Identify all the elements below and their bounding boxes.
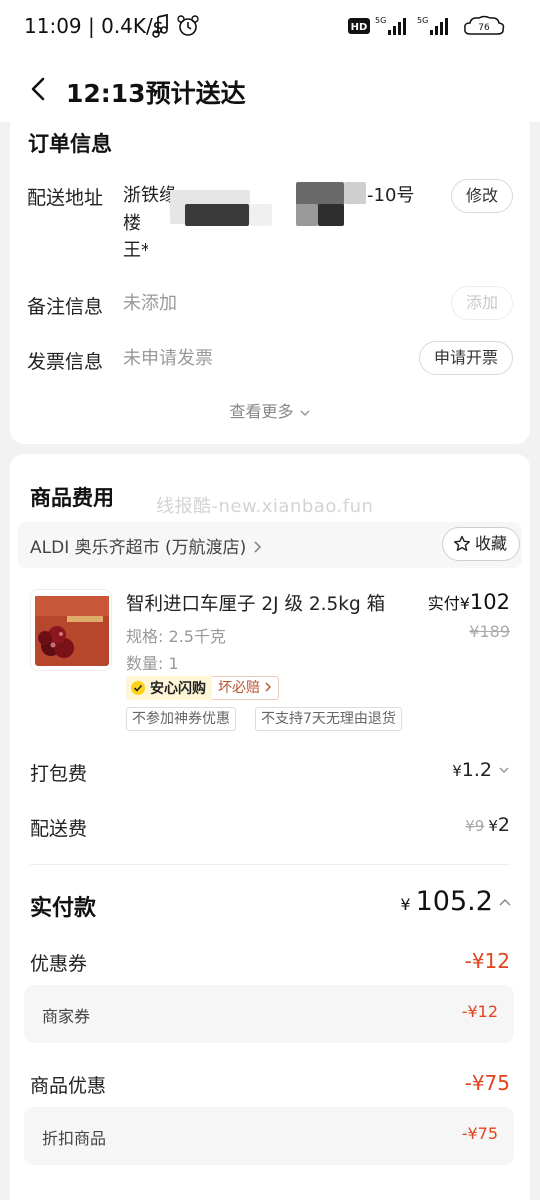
address-line-2: 楼 [123, 213, 141, 234]
paid-amount: 102 [469, 590, 510, 614]
svg-text:HD: HD [351, 22, 368, 33]
see-more-link[interactable]: 查看更多 [10, 398, 530, 422]
redaction-block [318, 204, 344, 226]
network-1-text: 5G [375, 16, 386, 25]
add-note-button[interactable]: 添加 [450, 286, 513, 320]
store-bar[interactable]: ALDI 奥乐齐超市 (万航渡店) 收藏 [18, 522, 522, 568]
chevron-down-icon [499, 767, 509, 774]
address-line-1-end: -10号 [367, 185, 415, 206]
total-currency: ¥ [400, 895, 411, 914]
redaction-block [185, 204, 249, 226]
note-value: 未添加 [123, 293, 177, 314]
address-line-1-start: 浙铁缘 [123, 185, 177, 206]
signal-5g-icon-2: 5G [417, 16, 448, 35]
edit-address-button[interactable]: 修改 [450, 179, 513, 213]
chevron-right-icon [254, 541, 261, 553]
order-info-title: 订单信息 [28, 132, 112, 156]
product-discount-label: 商品优惠 [30, 1075, 107, 1097]
star-icon [453, 535, 470, 551]
delivery-fee-currency: ¥ [488, 817, 498, 835]
redaction-block [296, 204, 318, 226]
product-original-price: ¥189 [469, 622, 510, 641]
assurance-badge-main: 安心闪购 [126, 676, 212, 700]
product-discount-value: -¥75 [464, 1071, 510, 1095]
paid-label: 实付 [427, 594, 460, 613]
packing-fee-currency: ¥ [452, 762, 462, 780]
alarm-clock-icon [177, 15, 199, 36]
redaction-block [344, 182, 366, 204]
discount-item-value: -¥75 [461, 1124, 498, 1143]
battery-icon: 76 [464, 15, 505, 35]
merchant-coupon-label: 商家券 [42, 1007, 91, 1026]
total-paid-value[interactable]: ¥ 105.2 [400, 886, 512, 917]
hd-icon: HD [348, 18, 370, 34]
battery-level: 76 [478, 23, 490, 33]
redaction-block [250, 204, 272, 226]
coupon-value: -¥12 [464, 949, 510, 973]
packing-fee-value[interactable]: ¥1.2 [452, 759, 510, 781]
store-name: ALDI 奥乐齐超市 (万航渡店) [30, 533, 264, 558]
merchant-coupon-row: 商家券 -¥12 [24, 985, 514, 1043]
favorite-button[interactable]: 收藏 [441, 527, 520, 561]
assurance-badge[interactable]: 安心闪购 坏必赔 [126, 676, 280, 700]
see-more-label: 查看更多 [229, 402, 294, 421]
coupon-label: 优惠券 [30, 953, 88, 975]
chevron-left-icon[interactable] [26, 76, 52, 102]
merchant-coupon-value: -¥12 [461, 1002, 498, 1021]
watermark-text: 线报酷-new.xianbao.fun [156, 496, 374, 517]
delivery-fee-value: ¥9 ¥2 [465, 814, 510, 836]
assurance-badge-main-text: 安心闪购 [150, 681, 206, 697]
signal-5g-icon-1: 5G [375, 16, 406, 35]
product-image[interactable] [30, 589, 112, 671]
chevron-down-icon [300, 409, 310, 416]
store-name-text: ALDI 奥乐齐超市 (万航渡店) [30, 538, 247, 558]
chevron-up-icon [499, 898, 511, 906]
invoice-value: 未申请发票 [123, 348, 213, 369]
discount-item-label: 折扣商品 [42, 1129, 107, 1148]
check-badge-icon [131, 681, 145, 695]
tag-no-coupon: 不参加神券优惠 [126, 707, 236, 731]
request-invoice-button[interactable]: 申请开票 [418, 341, 513, 375]
paid-currency: ¥ [459, 594, 470, 613]
assurance-badge-sub-text: 坏必赔 [218, 680, 260, 696]
product-fees-title: 商品费用 [30, 486, 114, 510]
discount-item-row: 折扣商品 -¥75 [24, 1107, 514, 1165]
status-time: 11:09 | 0.4K/s [24, 14, 164, 38]
order-info-card: 订单信息 配送地址 浙铁缘 -10号 楼 王* 修改 备注信息 未添加 添加 发… [10, 110, 530, 444]
address-line-3: 王* [123, 240, 150, 261]
chevron-right-icon [265, 682, 272, 692]
redaction-block [148, 234, 348, 262]
redaction-block [296, 182, 344, 206]
address-label: 配送地址 [27, 187, 104, 209]
delivery-fee-label: 配送费 [30, 818, 88, 840]
delivery-fee-original: ¥9 [465, 817, 485, 835]
product-name[interactable]: 智利进口车厘子 2J 级 2.5kg 箱 [126, 590, 385, 616]
product-qty: 数量: 1 [126, 654, 179, 673]
cherry-box-image [35, 596, 109, 666]
note-label: 备注信息 [27, 296, 104, 318]
status-bar: 11:09 | 0.4K/s HD 5G 5G 76 [0, 0, 540, 56]
product-fees-card: 商品费用 线报酷-new.xianbao.fun ALDI 奥乐齐超市 (万航渡… [10, 454, 530, 1200]
product-paid-price: 实付¥102 [428, 590, 510, 614]
packing-fee-amount: 1.2 [461, 759, 492, 781]
network-2-text: 5G [417, 16, 428, 25]
tag-no-return: 不支持7天无理由退货 [255, 707, 402, 731]
total-amount: 105.2 [415, 886, 493, 917]
divider [30, 864, 510, 865]
product-spec: 规格: 2.5千克 [126, 627, 226, 646]
packing-fee-label: 打包费 [30, 763, 88, 785]
page-title: 12:13预计送达 [66, 79, 246, 108]
music-note-icon [152, 14, 168, 38]
invoice-label: 发票信息 [27, 351, 104, 373]
assurance-badge-sub: 坏必赔 [212, 676, 280, 700]
total-paid-label: 实付款 [30, 896, 97, 921]
favorite-label: 收藏 [474, 534, 507, 553]
delivery-fee-amount: 2 [497, 814, 510, 836]
